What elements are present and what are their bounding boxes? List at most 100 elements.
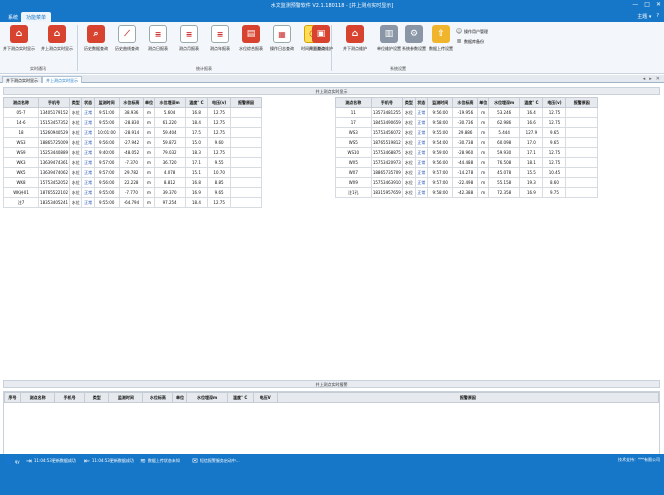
column-header[interactable]: 测点名称 xyxy=(2,97,40,108)
minimize-button[interactable]: — xyxy=(632,1,638,8)
ribbon-downhole-point-maint-button[interactable]: ⌂ 井下测点维护 xyxy=(338,25,372,52)
column-header[interactable]: 温度° C xyxy=(184,97,209,108)
table-cell: 9:54:00 xyxy=(427,137,454,148)
column-header[interactable]: 序号 xyxy=(3,392,22,403)
table-cell: 9:40:00 xyxy=(93,147,120,158)
table-cell: 127.9 xyxy=(519,127,544,138)
table-cell: m xyxy=(477,117,489,128)
table-row[interactable]: 17 18453490659 水位 正常 9:58:00 -30.736 m 62.986 16… xyxy=(335,117,598,128)
table-cell: 13639474062 xyxy=(38,167,71,178)
column-header[interactable]: 水位标高 xyxy=(452,97,479,108)
ribbon-downhole-realtime-button[interactable]: ⌂ 井下测点实时显示 xyxy=(2,25,36,52)
table-row[interactable]: 05-7 13405179152 水位 正常 9:51:00 38.936 m 5.604 16… xyxy=(2,107,263,118)
table-cell: m xyxy=(143,177,155,188)
tab-next-icon[interactable]: ▸ xyxy=(649,76,652,82)
column-header[interactable]: 温度° C xyxy=(226,392,254,403)
table-row[interactable]: WS10 15753468875 水位 正常 9:59:00 -28.960 m 59.930… xyxy=(335,147,598,158)
close-button[interactable]: ✕ xyxy=(656,1,661,8)
table-row[interactable]: 14-6 15153457352 水位 正常 9:55:00 -28.830 m 61.220… xyxy=(2,117,263,128)
table-cell: 9:56:00 xyxy=(93,137,120,148)
table-row[interactable]: 注7 18353405241 水位 正常 9:55:00 -64.794 m 97.254 18… xyxy=(2,197,263,208)
column-header[interactable]: 监测时间 xyxy=(427,97,454,108)
tab-surface-realtime[interactable]: 井上测点实时显示 xyxy=(42,76,82,83)
column-header[interactable]: 类型 xyxy=(84,392,110,403)
column-header[interactable]: 单位 xyxy=(143,97,155,108)
table-cell: 9.55 xyxy=(207,157,231,168)
column-header[interactable]: 测点名称 xyxy=(335,97,372,108)
column-header[interactable]: 温度° C xyxy=(519,97,544,108)
column-header[interactable]: 状态 xyxy=(81,97,95,108)
column-header[interactable]: 监测时间 xyxy=(108,392,144,403)
ribbon-history-data-button[interactable]: ⌕ 历史数据查询 xyxy=(79,25,113,52)
table-row[interactable]: 18 15260940529 水位 正常 10:01:00 -28.914 m 59.404 1… xyxy=(2,127,263,138)
column-header[interactable]: 类型 xyxy=(69,97,83,108)
table-cell: 正常 xyxy=(414,157,429,168)
table-row[interactable]: WX7 18865735709 水位 正常 9:57:00 -14.278 m 45.078 1… xyxy=(335,167,598,178)
table-row[interactable]: WS9 15253440889 水位 正常 9:40:00 -48.052 m 79.032 1… xyxy=(2,147,263,158)
column-header[interactable]: 测点名称 xyxy=(20,392,56,403)
column-header[interactable]: 单位 xyxy=(477,97,489,108)
ribbon-surface-realtime-button[interactable]: ⌂ 井上测点实时显示 xyxy=(40,25,74,52)
menu-tab-system[interactable]: 系统 xyxy=(3,12,23,22)
column-header[interactable]: 手机号 xyxy=(38,97,71,108)
table-row[interactable]: WX9 15753463910 水位 正常 9:57:00 -22.498 m 55.158 1… xyxy=(335,177,598,188)
column-header[interactable]: 单位 xyxy=(172,392,188,403)
table-cell: 16.9 xyxy=(184,187,209,198)
ribbon-button-label: 水位综合报表 xyxy=(239,46,263,51)
table-row[interactable]: 11 13573481255 水位 正常 9:56:00 -19.956 m 53.246 16… xyxy=(335,107,598,118)
ribbon-daily-report-button[interactable]: ≡ 测点日报表 xyxy=(141,25,175,52)
ribbon-monthly-report-button[interactable]: ≡ 测点月报表 xyxy=(172,25,206,52)
column-header[interactable]: 手机号 xyxy=(54,392,86,403)
column-header[interactable]: 电压V xyxy=(252,392,278,403)
ribbon-operation-log-button[interactable]: ▦ 操作日志查询 xyxy=(265,25,299,52)
table-row[interactable]: WK3 13639474361 水位 正常 9:57:00 -7.370 m 36.720 17… xyxy=(2,157,263,168)
table-cell: 18.4 xyxy=(184,117,209,128)
ribbon-upload-settings-button[interactable]: ⇧ 数据上传设置 xyxy=(424,25,458,52)
table-cell: 16.4 xyxy=(519,107,544,118)
table-cell: 9:55:00 xyxy=(93,187,120,198)
maximize-button[interactable]: □ xyxy=(644,1,650,8)
ribbon-history-curve-button[interactable]: ⟋ 历史曲线查询 xyxy=(110,25,144,52)
column-header[interactable]: 报警原因 xyxy=(229,97,263,108)
column-header[interactable]: 水位埋深m xyxy=(153,97,186,108)
help-icon[interactable]: ? xyxy=(656,13,659,20)
table-cell: 12.75 xyxy=(207,127,231,138)
column-header[interactable]: 水位埋深m xyxy=(487,97,521,108)
table-row[interactable]: WK补01 18765522102 水位 正常 9:55:00 -7.770 m 39.370… xyxy=(2,187,263,198)
table-row[interactable]: WS5 18765519812 水位 正常 9:54:00 -30.738 m 60.098 1… xyxy=(335,137,598,148)
window-controls: — □ ✕ xyxy=(632,1,661,8)
ribbon-button-label: 数据上传设置 xyxy=(429,46,453,51)
table-cell: 17.1 xyxy=(184,157,209,168)
column-header[interactable]: 水位标高 xyxy=(118,97,145,108)
column-header[interactable]: 类型 xyxy=(402,97,416,108)
table-row[interactable]: WK5 13639474062 水位 正常 9:57:00 29.782 m 4.078 15.… xyxy=(2,167,263,178)
table-row[interactable]: WS3 15753456072 水位 正常 9:55:00 29.886 m 5.444 127… xyxy=(335,127,598,138)
ribbon-surface-point-maint-button[interactable]: ▣ 井上测点维护 xyxy=(304,25,338,52)
theme-dropdown[interactable]: 主题 ▾ xyxy=(637,13,651,20)
table-cell: 15153457352 xyxy=(38,117,71,128)
table-row[interactable]: 注1孔 18315957659 水位 正常 9:58:00 -42.388 m 72.358 1… xyxy=(335,187,598,198)
menu-tab-functions[interactable]: 功能菜单 xyxy=(21,12,52,22)
alarm-table-area: 序号 测点名称 手机号 类型 监测时间 水位标高 单位 水位埋深m 温度° C 电压V 报警原因 xyxy=(3,391,660,460)
tab-downhole-realtime[interactable]: 井下测点实时显示 xyxy=(2,76,42,83)
column-header[interactable]: 电压(v) xyxy=(542,97,567,108)
tab-prev-icon[interactable]: ◂ xyxy=(643,76,646,82)
table-cell: 正常 xyxy=(414,187,429,198)
table-row[interactable]: WS3 18865725009 水位 正常 9:56:00 -27.942 m 59.872 1… xyxy=(2,137,263,148)
column-header[interactable]: 监测时间 xyxy=(93,97,120,108)
column-header[interactable]: 手机号 xyxy=(370,97,404,108)
column-header[interactable]: 状态 xyxy=(414,97,429,108)
table-cell: m xyxy=(477,107,489,118)
column-header[interactable]: 报警原因 xyxy=(565,97,598,108)
table-cell: 13639474361 xyxy=(38,157,71,168)
table-row[interactable]: WX5 15753420973 水位 正常 9:56:00 -44.488 m 76.508 1… xyxy=(335,157,598,168)
table-cell: 9.65 xyxy=(207,187,231,198)
ribbon-water-level-report-button[interactable]: ▤ 水位综合报表 xyxy=(234,25,268,52)
column-header[interactable]: 报警原因 xyxy=(276,392,660,403)
table-row[interactable]: WK8 15753452052 水位 正常 9:56:00 22.228 m 8.812 16.… xyxy=(2,177,263,188)
ribbon-yearly-report-button[interactable]: ≡ 测点年报表 xyxy=(203,25,237,52)
column-header[interactable]: 水位标高 xyxy=(142,392,174,403)
column-header[interactable]: 水位埋深m xyxy=(186,392,228,403)
tab-close-icon[interactable]: ✕ xyxy=(656,76,660,82)
column-header[interactable]: 电压(v) xyxy=(207,97,231,108)
